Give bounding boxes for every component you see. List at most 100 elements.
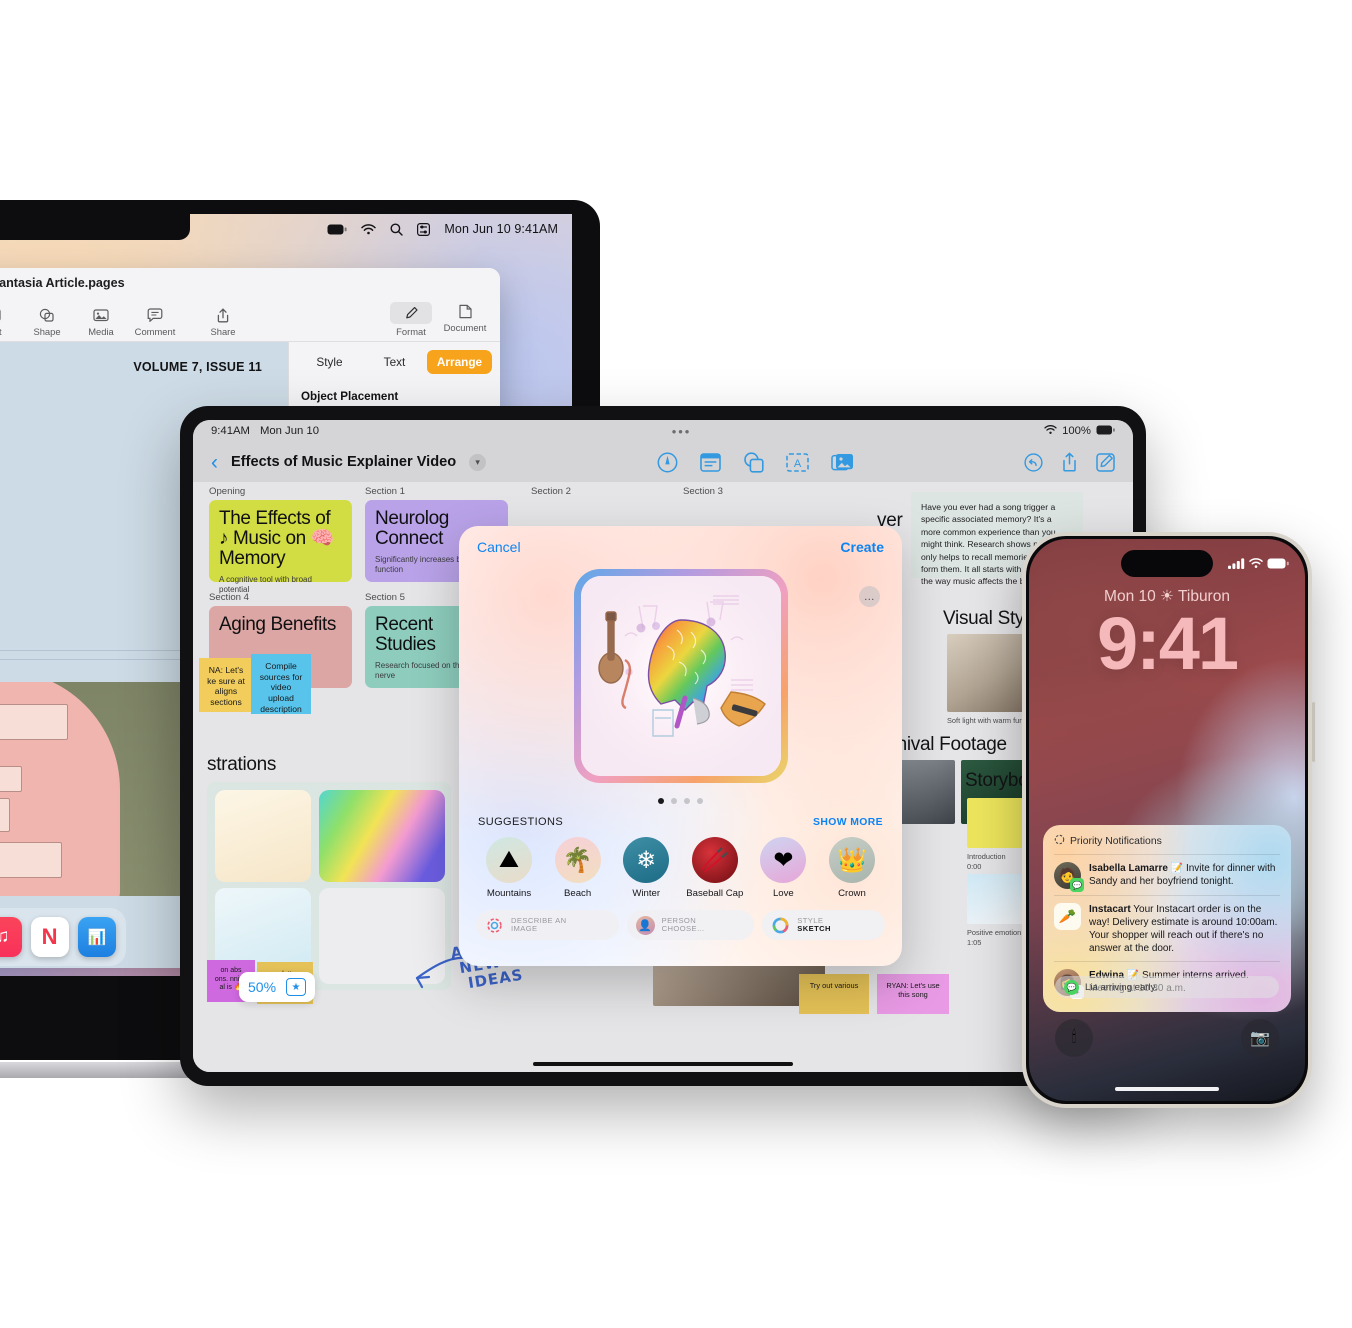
- star-icon[interactable]: ★: [286, 978, 307, 996]
- storyboard-label-1: Introduction: [967, 852, 1006, 861]
- storyboard-time-1: 0:00: [967, 862, 982, 871]
- illustration-rainbow-hair[interactable]: [319, 790, 445, 882]
- describe-field[interactable]: DESCRIBE AN IMAGE: [476, 910, 619, 940]
- pages-document-title: Hyperphantasia Article.pages: [0, 276, 125, 290]
- zoom-control[interactable]: 50% ★: [239, 972, 316, 1002]
- undo-icon[interactable]: [1024, 452, 1043, 472]
- battery-icon[interactable]: [327, 224, 348, 235]
- ipad-status-date: Mon Jun 10: [259, 425, 319, 437]
- suggestion-label-baseball-cap: Baseball Cap: [686, 888, 744, 899]
- create-button[interactable]: Create: [840, 539, 884, 555]
- pages-toolbar: Chart A Text Shape: [0, 298, 500, 342]
- suggestion-baseball-cap[interactable]: 🥢 Baseball Cap: [682, 837, 748, 899]
- back-chevron-icon[interactable]: ‹: [211, 452, 218, 473]
- document-button[interactable]: Document: [438, 302, 492, 337]
- toolbar-item-shape[interactable]: Shape: [20, 306, 74, 337]
- toolbar-item-comment[interactable]: Comment: [128, 306, 182, 337]
- pager-dot-1[interactable]: [658, 798, 664, 804]
- menubar-clock[interactable]: Mon Jun 10 9:41AM: [444, 222, 558, 236]
- sticky-note-2[interactable]: Compile sources for video upload descrip…: [251, 654, 311, 714]
- share-button[interactable]: Share: [196, 306, 250, 337]
- sticky-note-1[interactable]: NA: Let's ke sure at aligns sections: [199, 658, 253, 712]
- toolbar-item-media[interactable]: Media: [74, 306, 128, 337]
- pager-dot-4[interactable]: [697, 798, 703, 804]
- sticky-note-try[interactable]: Try out various: [799, 974, 869, 1014]
- dock-news-icon[interactable]: N: [30, 917, 69, 957]
- style-field[interactable]: STYLE SKETCH: [762, 910, 885, 940]
- toolbar-label-text: Text: [0, 326, 2, 337]
- format-button[interactable]: Format: [384, 302, 438, 337]
- card-title-s4: Aging Benefits: [219, 614, 336, 635]
- tab-arrange[interactable]: Arrange: [427, 350, 492, 374]
- toolbar-label-media: Media: [88, 326, 114, 337]
- macos-dock: tv ♫ N 📊: [0, 908, 126, 966]
- person-value: CHOOSE…: [661, 924, 705, 933]
- ipad-document-title[interactable]: Effects of Music Explainer Video: [231, 454, 456, 470]
- camera-button[interactable]: 📷: [1241, 1019, 1279, 1057]
- notification-item-1[interactable]: 🧑 💬 Isabella Lamarre 📝 Invite for dinner…: [1054, 854, 1280, 895]
- wifi-icon[interactable]: [361, 223, 377, 235]
- suggestions-header: SUGGESTIONS SHOW MORE: [459, 804, 902, 828]
- note-tool-icon[interactable]: [699, 452, 721, 473]
- toolbar-item-text[interactable]: A Text: [0, 306, 20, 337]
- tab-style[interactable]: Style: [297, 350, 362, 374]
- ipad-screen: 9:41AM Mon Jun 10 ••• 100% ‹ Effects of …: [193, 420, 1133, 1072]
- format-brush-icon: [390, 302, 432, 324]
- share-icon: [212, 306, 234, 324]
- compose-icon[interactable]: [1096, 452, 1115, 472]
- card-sub-opening: A cognitive tool with broad potential: [219, 575, 312, 595]
- section-label-opening: Opening: [209, 486, 246, 497]
- storyboard-label-2: Positive emotion: [967, 928, 1022, 937]
- suggestion-winter[interactable]: ❄ Winter: [613, 837, 679, 899]
- media-tool-icon[interactable]: [830, 452, 854, 473]
- suggestion-love[interactable]: ❤ Love: [750, 837, 816, 899]
- suggestion-beach[interactable]: 🌴 Beach: [545, 837, 611, 899]
- share-icon[interactable]: [1061, 452, 1078, 472]
- ipad-multitask-icon[interactable]: •••: [672, 424, 692, 439]
- control-center-icon[interactable]: [417, 222, 431, 236]
- chevron-down-icon[interactable]: ▾: [469, 453, 487, 471]
- suggestion-crown[interactable]: 👑 Crown: [819, 837, 885, 899]
- ellipsis-icon[interactable]: …: [859, 586, 880, 607]
- illustration-headphones[interactable]: [215, 790, 311, 882]
- sticky-note-ryan[interactable]: RYAN: Let's use this song: [877, 974, 949, 1014]
- flashlight-button[interactable]: 🕯: [1055, 1019, 1093, 1057]
- baseball-cap-icon: 🥢: [691, 837, 738, 883]
- iphone-lock-screen: Mon 10 ☀ Tiburon 9:41 Priority Notificat…: [1029, 539, 1305, 1101]
- show-more-button[interactable]: SHOW MORE: [813, 817, 883, 828]
- suggestion-mountains[interactable]: ⛰ Mountains: [476, 837, 542, 899]
- iphone-home-indicator[interactable]: [1115, 1087, 1219, 1091]
- suggestion-label-beach: Beach: [563, 888, 592, 899]
- mountains-icon: ⛰: [486, 837, 532, 883]
- format-label: Format: [396, 326, 426, 337]
- generated-image-frame[interactable]: [573, 569, 788, 783]
- drawer-2: [0, 765, 22, 792]
- iphone-device: Mon 10 ☀ Tiburon 9:41 Priority Notificat…: [1022, 532, 1315, 1108]
- person-field[interactable]: 👤 PERSON CHOOSE…: [626, 910, 755, 940]
- tab-text[interactable]: Text: [362, 350, 427, 374]
- stacked-avatar: 💬: [1064, 979, 1079, 995]
- pen-tool-icon[interactable]: [657, 452, 678, 473]
- section-label-2: Section 2: [531, 486, 572, 497]
- freeform-canvas[interactable]: Opening Section 1 Section 2 Section 3 Se…: [193, 482, 1133, 1072]
- notification-item-2[interactable]: 🥕 Instacart Your Instacart order is on t…: [1054, 895, 1280, 961]
- messages-icon-stacked: 💬: [1064, 979, 1079, 995]
- pages-titlebar: Hyperphantasia Article.pages: [0, 268, 500, 298]
- search-icon[interactable]: [390, 223, 404, 236]
- cancel-button[interactable]: Cancel: [477, 539, 521, 555]
- drawer-1: [0, 703, 68, 740]
- pager-dot-3[interactable]: [684, 798, 690, 804]
- dock-keynote-icon[interactable]: 📊: [77, 917, 116, 957]
- shape-tool-icon[interactable]: [743, 451, 764, 473]
- ipad-home-indicator[interactable]: [533, 1062, 793, 1066]
- card-opening[interactable]: The Effects of ♪ Music on 🧠 Memory A cog…: [209, 500, 352, 594]
- object-placement-label: Object Placement: [301, 390, 399, 403]
- power-button[interactable]: [1312, 702, 1315, 762]
- pager-dot-2[interactable]: [671, 798, 677, 804]
- suggestion-label-love: Love: [772, 888, 794, 899]
- stacked-notification[interactable]: 💬 Lia arriving early.: [1055, 976, 1279, 998]
- dock-music-icon[interactable]: ♫: [0, 917, 22, 957]
- text-tool-icon[interactable]: A: [785, 452, 809, 473]
- wifi-icon: [1044, 424, 1057, 438]
- document-label: Document: [443, 322, 487, 333]
